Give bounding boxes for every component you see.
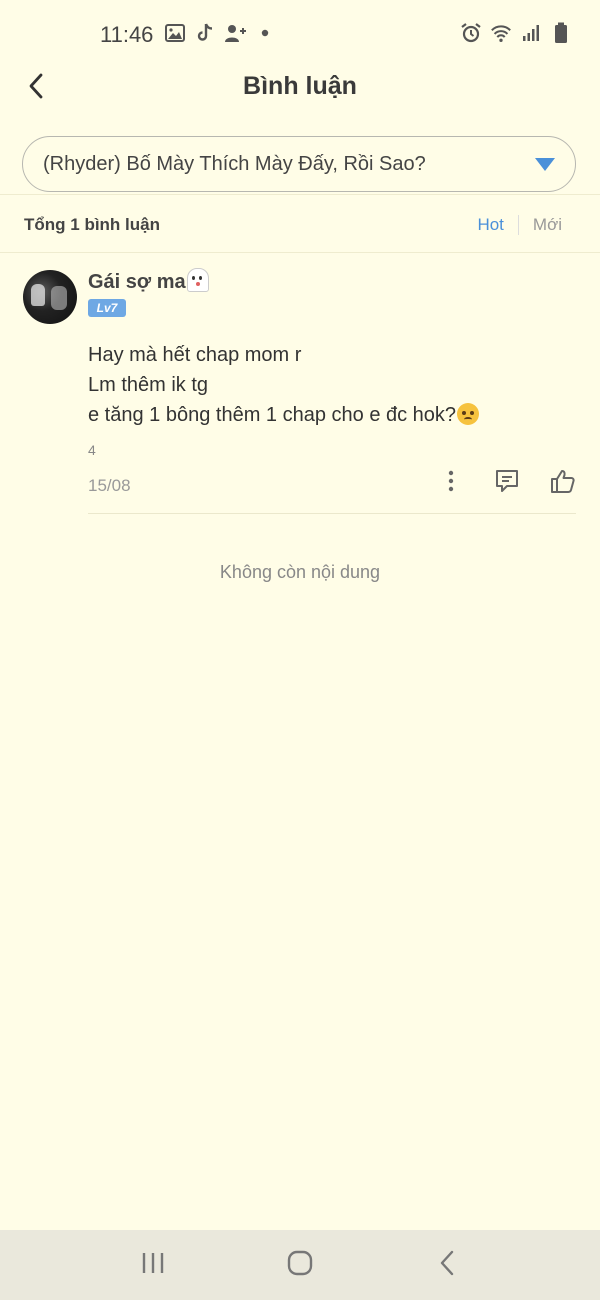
battery-icon [550,22,572,44]
header: Bình luận [0,60,600,116]
avatar[interactable] [23,270,77,324]
home-icon [287,1250,313,1281]
page-title: Bình luận [243,72,357,100]
status-time: 11:46 [100,22,154,47]
comment-line: Hay mà hết chap mom r [88,344,302,366]
divider [0,194,600,195]
summary-row: Tổng 1 bình luận Hot Mới [24,210,576,240]
empty-message: Không còn nội dung [219,562,381,582]
signal-icon [520,22,542,44]
status-left-icons [164,22,276,44]
nav-bar [0,1230,600,1300]
nav-back-button[interactable] [417,1240,477,1290]
more-icon [448,470,454,497]
comment-username[interactable]: Gái sợ ma [88,268,209,294]
tab-new[interactable]: Mới [519,215,576,235]
tiktok-icon [194,22,216,44]
alarm-icon [460,22,482,44]
more-button[interactable] [436,468,466,498]
home-button[interactable] [270,1240,330,1290]
divider [0,252,600,253]
reply-icon [494,468,520,499]
like-icon [550,468,576,499]
wifi-icon [490,22,512,44]
recent-apps-button[interactable] [123,1240,183,1290]
gallery-icon [164,22,186,44]
username-text: Gái sợ ma [88,271,186,293]
chapter-select[interactable]: (Rhyder) Bố Mày Thích Mày Đấy, Rồi Sao? [22,136,576,192]
chevron-down-icon [535,157,555,171]
ghost-icon [186,268,209,292]
comment-line-text: e tăng 1 bông thêm 1 chap cho e đc hok? [88,404,457,426]
dot-icon [254,22,276,44]
status-bar: 11:46 [0,0,600,68]
comment-line: Lm thêm ik tg [88,374,209,396]
back-icon [439,1250,455,1281]
sort-tabs: Hot Mới [463,215,576,235]
add-user-icon [224,22,246,44]
divider [88,513,576,514]
recent-apps-icon [141,1252,165,1279]
comment-body: Hay mà hết chap mom r Lm thêm ik tg e tă… [88,340,480,430]
comment-line-3: e tăng 1 bông thêm 1 chap cho e đc hok? [88,400,480,430]
avatar-figure [31,284,45,306]
total-comments: Tổng 1 bình luận [24,215,160,234]
reply-button[interactable] [492,468,522,498]
comment-actions [436,468,578,498]
comment-date: 15/08 [88,476,131,495]
like-button[interactable] [548,468,578,498]
avatar-figure [51,286,67,310]
chapter-select-value: (Rhyder) Bố Mày Thích Mày Đấy, Rồi Sao? [43,152,426,175]
level-badge: Lv7 [88,299,126,317]
like-count: 4 [88,442,96,458]
status-right-icons [460,22,572,44]
tab-hot[interactable]: Hot [463,215,517,235]
pleading-face-icon [457,403,480,425]
